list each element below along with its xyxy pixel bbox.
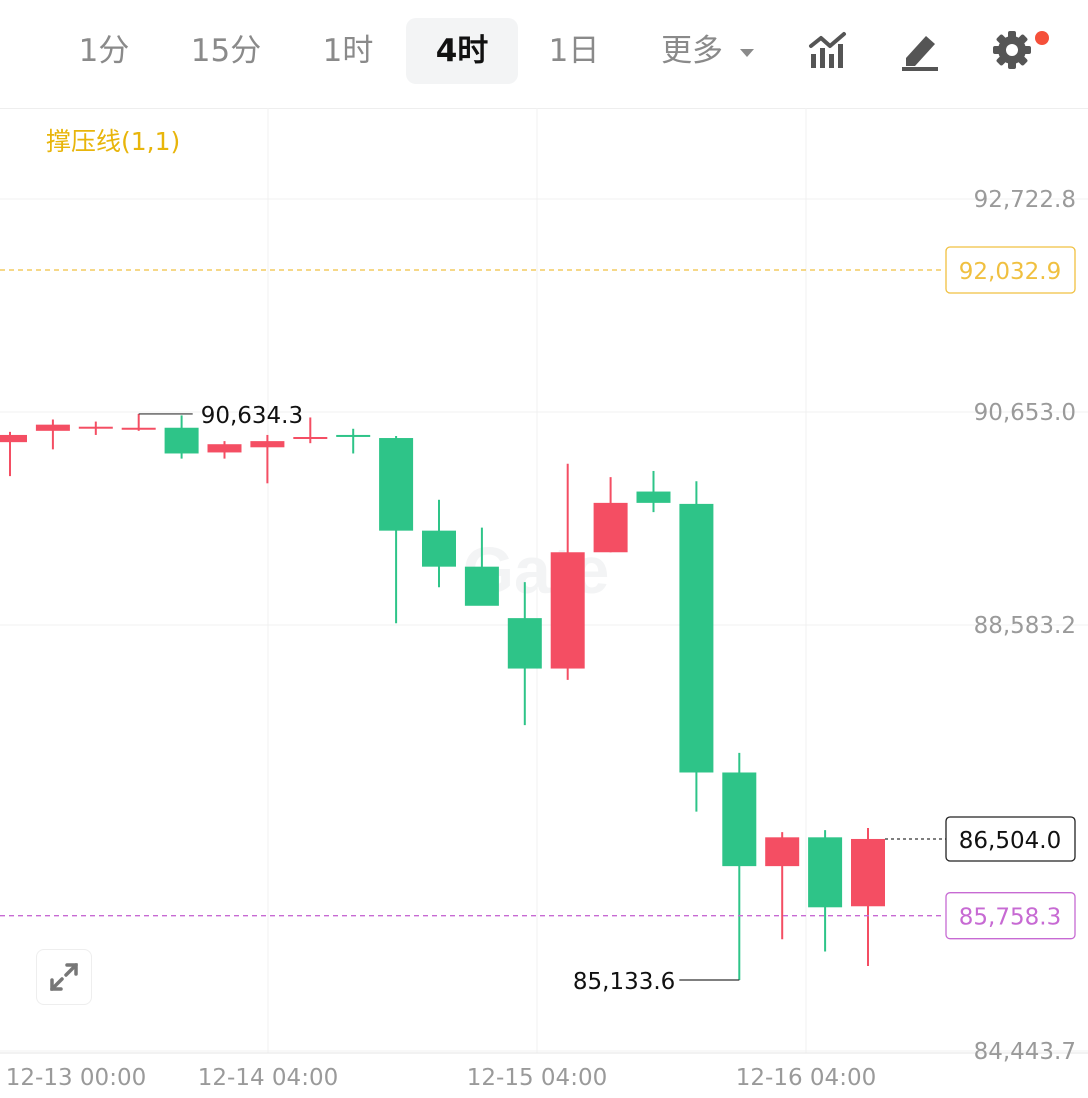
candle-body-up <box>207 444 242 453</box>
settings-gear-icon[interactable] <box>990 28 1034 72</box>
candle-body-up <box>851 838 885 907</box>
y-tick-label: 92,722.8 <box>974 187 1076 213</box>
tab-label: 1时 <box>322 33 374 69</box>
resistance-price-label: 92,032.9 <box>959 259 1061 285</box>
candlestick-chart[interactable]: Gate 92,722.8 90,653.0 88,583.2 84,443.7 12-1… <box>0 108 1088 1098</box>
candle-body-down <box>336 434 371 437</box>
x-tick-label: 12-15 04:00 <box>467 1065 607 1091</box>
candle-body-down <box>808 837 843 908</box>
indicator-chart-icon[interactable] <box>806 28 850 72</box>
candle-body-down <box>722 772 757 867</box>
tab-label: 1日 <box>548 33 600 69</box>
low-price-label: 85,133.6 <box>573 969 675 995</box>
high-price-label: 90,634.3 <box>201 403 303 429</box>
tab-1hour[interactable]: 1时 <box>304 18 392 84</box>
tab-label: 15分 <box>190 33 262 69</box>
tab-more[interactable]: 更多 <box>648 18 768 84</box>
caret-down-icon <box>739 48 754 57</box>
candle-body-up <box>550 552 585 669</box>
candle-body-up <box>0 434 27 443</box>
notification-dot-icon <box>1035 31 1049 45</box>
candle-body-up <box>765 837 800 867</box>
tab-1day[interactable]: 1日 <box>532 18 616 84</box>
tab-label: 1分 <box>78 33 130 69</box>
tab-label: 4时 <box>435 33 489 69</box>
support-price-label: 85,758.3 <box>959 905 1061 931</box>
candle-body-down <box>636 491 671 503</box>
x-tick-label: 12-14 04:00 <box>198 1065 338 1091</box>
tab-1min[interactable]: 1分 <box>62 18 146 84</box>
candle-body-up <box>121 427 156 430</box>
current-price-label: 86,504.0 <box>959 828 1061 854</box>
candle-body-down <box>464 566 499 606</box>
x-tick-label: 12-13 00:00 <box>6 1065 146 1091</box>
timeframe-toolbar: 1分 15分 1时 4时 1日 更多 <box>0 0 1088 109</box>
candle-body-down <box>422 530 456 567</box>
chart-canvas: Gate92,722.890,653.088,583.284,443.712-1… <box>0 108 1088 1091</box>
y-tick-label: 88,583.2 <box>974 613 1076 639</box>
candle-body-down <box>164 427 199 454</box>
y-tick-label: 90,653.0 <box>974 400 1076 426</box>
tab-4hour[interactable]: 4时 <box>406 18 518 84</box>
y-tick-label: 84,443.7 <box>974 1039 1076 1065</box>
candle-body-up <box>593 502 628 553</box>
candle-body-down <box>379 438 414 531</box>
candle-body-down <box>679 503 714 773</box>
expand-icon <box>50 963 78 991</box>
candle-body-up <box>293 437 328 440</box>
candle-body-up <box>78 426 113 429</box>
candle-body-down <box>507 618 542 669</box>
tab-label: 更多 <box>661 33 724 69</box>
x-tick-label: 12-16 04:00 <box>736 1065 876 1091</box>
tab-15min[interactable]: 15分 <box>176 18 276 84</box>
indicator-label: 撑压线(1,1) <box>46 127 181 156</box>
draw-pen-icon[interactable] <box>898 28 942 72</box>
expand-fullscreen-button[interactable] <box>36 949 92 1005</box>
candle-body-up <box>35 424 70 431</box>
candle-body-up <box>250 441 285 448</box>
